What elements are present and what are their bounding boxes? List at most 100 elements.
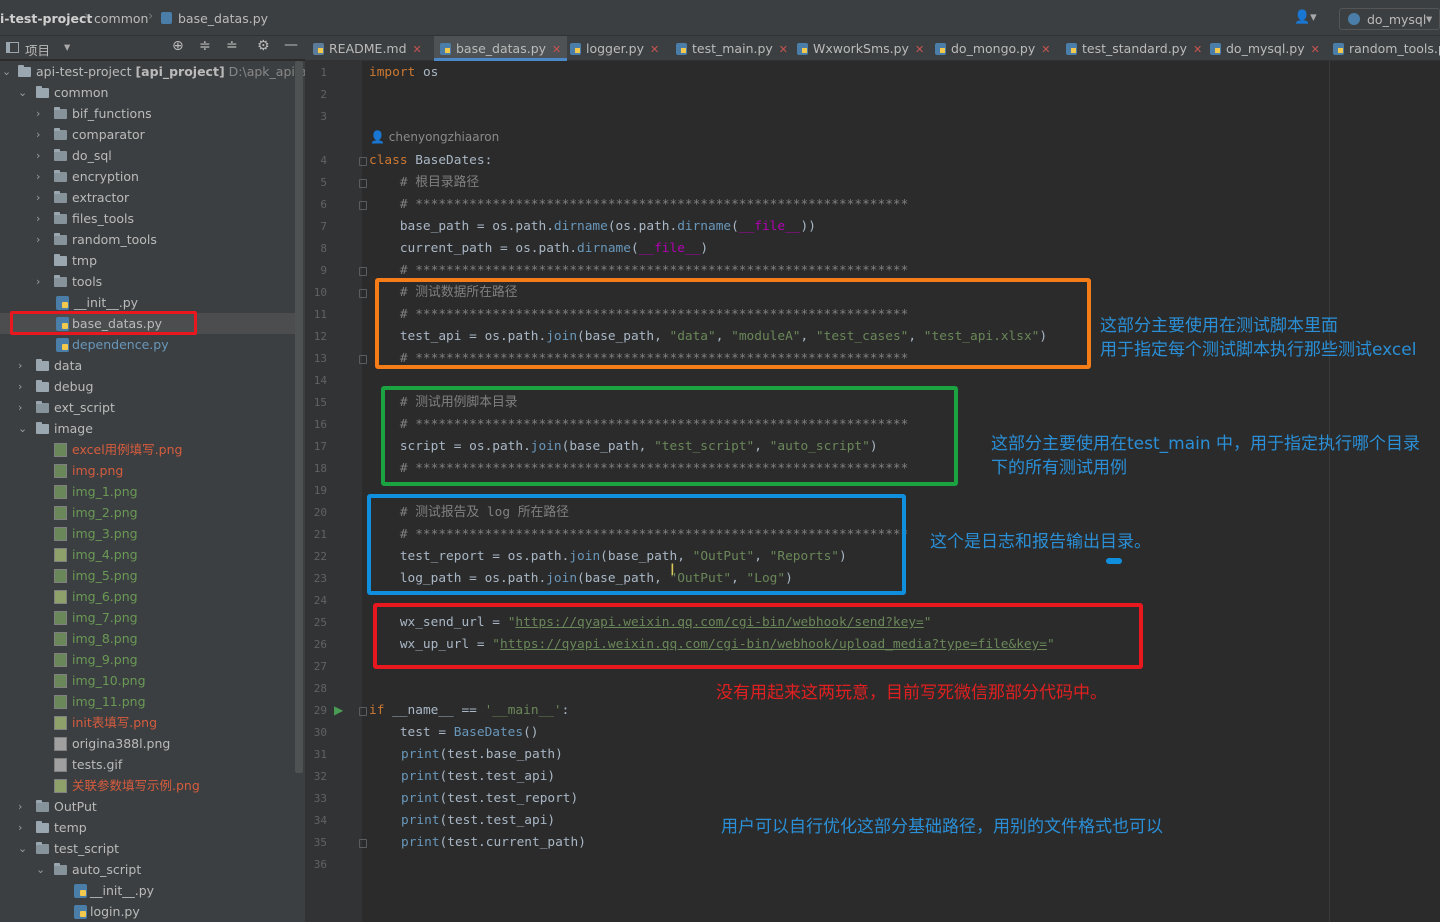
chevron-right-icon[interactable]: ›	[18, 796, 30, 817]
tree-row-image-file[interactable]: img_9.png	[0, 649, 300, 670]
tree-row-image-file[interactable]: img_5.png	[0, 565, 300, 586]
breadcrumb-project[interactable]: i-test-project	[0, 11, 92, 26]
chevron-right-icon[interactable]: ›	[18, 355, 30, 376]
folder-icon	[54, 128, 67, 140]
fold-marker[interactable]	[359, 267, 367, 276]
chevron-down-icon[interactable]: ⌄	[18, 418, 30, 439]
fold-marker[interactable]	[359, 179, 367, 188]
chevron-right-icon[interactable]: ›	[18, 817, 30, 838]
tree-row-common[interactable]: ⌄ common	[0, 82, 300, 103]
tree-row-image[interactable]: ⌄ image	[0, 418, 300, 439]
expand-all-icon[interactable]: ≑	[199, 38, 211, 54]
tree-row-image-file[interactable]: tests.gif	[0, 754, 300, 775]
run-config-select[interactable]: do_mysql ▾	[1339, 8, 1440, 30]
tab-readme[interactable]: README.md ✕	[313, 36, 422, 61]
tree-row-random-tools[interactable]: › random_tools	[0, 229, 300, 250]
tree-row-tmp[interactable]: tmp	[0, 250, 300, 271]
tab-do-mongo[interactable]: do_mongo.py ✕	[935, 36, 1050, 61]
chevron-down-icon[interactable]: ⌄	[2, 61, 14, 82]
chevron-right-icon[interactable]: ›	[36, 103, 48, 124]
tree-row-init-py[interactable]: __init__.py	[0, 880, 300, 901]
chevron-down-icon[interactable]: ⌄	[36, 859, 48, 880]
close-icon[interactable]: ✕	[552, 43, 561, 56]
tree-row-auto-script[interactable]: ⌄ auto_script	[0, 859, 300, 880]
run-icon[interactable]: ▶	[334, 703, 343, 717]
tree-row-root[interactable]: ⌄ api-test-project [api_project] D:\apk_a…	[0, 61, 323, 82]
tree-row-image-file[interactable]: img_8.png	[0, 628, 300, 649]
tree-row-temp[interactable]: › temp	[0, 817, 300, 838]
tree-row-image-file[interactable]: img_6.png	[0, 586, 300, 607]
chevron-down-icon[interactable]: ⌄	[18, 838, 30, 859]
sidebar-scrollbar[interactable]	[295, 61, 303, 773]
tree-row-image-file[interactable]: 关联参数填写示例.png	[0, 775, 300, 796]
close-icon[interactable]: ✕	[779, 43, 788, 56]
tab-random-tools[interactable]: random_tools.p	[1333, 36, 1440, 61]
tab-wxworksms[interactable]: WxworkSms.py ✕	[797, 36, 924, 61]
tree-row-files-tools[interactable]: › files_tools	[0, 208, 300, 229]
close-icon[interactable]: ✕	[1193, 43, 1202, 56]
tree-row-dependence-py[interactable]: dependence.py	[0, 334, 300, 355]
chevron-down-icon[interactable]: ⌄	[18, 82, 30, 103]
tab-do-mysql[interactable]: do_mysql.py ✕	[1210, 36, 1320, 61]
chevron-right-icon[interactable]: ›	[36, 271, 48, 292]
annotation-box-red	[373, 603, 1143, 669]
tree-row-test-script[interactable]: ⌄ test_script	[0, 838, 300, 859]
tree-row-do-sql[interactable]: › do_sql	[0, 145, 300, 166]
tree-row-ext-script[interactable]: › ext_script	[0, 397, 300, 418]
tab-base-datas[interactable]: base_datas.py ✕	[434, 36, 568, 61]
tree-row-image-file[interactable]: init表填写.png	[0, 712, 300, 733]
chevron-right-icon[interactable]: ›	[36, 229, 48, 250]
tree-row-encryption[interactable]: › encryption	[0, 166, 300, 187]
tree-row-login-py[interactable]: login.py	[0, 901, 300, 922]
gear-icon[interactable]: ⚙	[257, 38, 270, 54]
locate-icon[interactable]: ⊕	[172, 38, 184, 54]
fold-marker[interactable]	[359, 839, 367, 848]
tree-row-data[interactable]: › data	[0, 355, 300, 376]
tree-row-image-file[interactable]: img_3.png	[0, 523, 300, 544]
fold-marker[interactable]	[359, 289, 367, 298]
tree-row-debug[interactable]: › debug	[0, 376, 300, 397]
collapse-all-icon[interactable]: ≐	[226, 38, 238, 54]
close-icon[interactable]: ✕	[1041, 43, 1050, 56]
close-icon[interactable]: ✕	[413, 43, 422, 56]
chevron-right-icon[interactable]: ›	[36, 166, 48, 187]
close-icon[interactable]: ✕	[650, 43, 659, 56]
tree-row-image-file[interactable]: img_2.png	[0, 502, 300, 523]
tree-row-image-file[interactable]: img.png	[0, 460, 300, 481]
chevron-right-icon[interactable]: ›	[36, 124, 48, 145]
tree-row-image-file[interactable]: img_10.png	[0, 670, 300, 691]
tree-row-image-file[interactable]: origina388l.png	[0, 733, 300, 754]
tree-row-image-file[interactable]: img_7.png	[0, 607, 300, 628]
breadcrumb-file[interactable]: base_datas.py	[178, 11, 268, 26]
chevron-right-icon[interactable]: ›	[18, 376, 30, 397]
close-icon[interactable]: ✕	[1311, 43, 1320, 56]
tab-test-standard[interactable]: test_standard.py ✕	[1066, 36, 1202, 61]
fold-marker[interactable]	[359, 707, 367, 716]
close-icon[interactable]: ✕	[915, 43, 924, 56]
code-line-8: current_path = os.path.dirname(__file__)	[369, 238, 708, 260]
tree-row-image-file[interactable]: excel用例填写.png	[0, 439, 300, 460]
chevron-right-icon[interactable]: ›	[36, 187, 48, 208]
tree-row-image-file[interactable]: img_4.png	[0, 544, 300, 565]
tree-row-comparator[interactable]: › comparator	[0, 124, 300, 145]
chevron-right-icon[interactable]: ›	[36, 208, 48, 229]
fold-marker[interactable]	[359, 157, 367, 166]
panel-title[interactable]: 项目	[25, 40, 50, 59]
tab-logger[interactable]: logger.py ✕	[570, 36, 659, 61]
tree-row-image-file[interactable]: img_11.png	[0, 691, 300, 712]
tree-row-init-py[interactable]: __init__.py	[0, 292, 300, 313]
tree-row-bif-functions[interactable]: › bif_functions	[0, 103, 300, 124]
tree-row-output[interactable]: › OutPut	[0, 796, 300, 817]
tree-row-image-file[interactable]: img_1.png	[0, 481, 300, 502]
chevron-down-icon[interactable]: ▾	[64, 39, 70, 54]
tree-row-tools[interactable]: › tools	[0, 271, 300, 292]
tab-test-main[interactable]: test_main.py ✕	[676, 36, 788, 61]
minimize-icon[interactable]: —	[284, 37, 298, 53]
user-icon[interactable]: 👤▾	[1294, 10, 1317, 25]
chevron-right-icon[interactable]: ›	[18, 397, 30, 418]
chevron-right-icon[interactable]: ›	[36, 145, 48, 166]
breadcrumb-folder[interactable]: common	[94, 11, 148, 26]
fold-marker[interactable]	[359, 355, 367, 364]
fold-marker[interactable]	[359, 201, 367, 210]
tree-row-extractor[interactable]: › extractor	[0, 187, 300, 208]
